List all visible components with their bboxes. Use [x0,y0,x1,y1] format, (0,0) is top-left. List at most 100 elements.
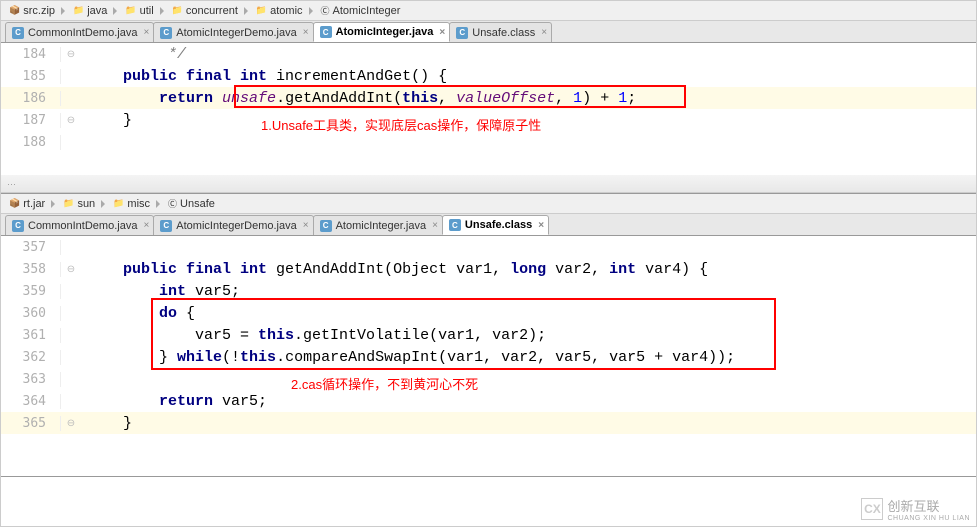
line-number: 357 [1,240,61,255]
code-line[interactable]: 358⊖ public final int getAndAddInt(Objec… [1,258,976,280]
line-number: 360 [1,306,61,321]
tab-atomicinteger[interactable]: CAtomicInteger.java× [313,22,451,42]
folder-icon: 📁 [63,198,74,209]
code: public final int incrementAndGet() { [81,68,976,85]
bc-item[interactable]: 📁atomic [252,2,309,20]
fold-handle[interactable]: ⊖ [61,264,81,275]
tab-row-bottom: CCommonIntDemo.java× CAtomicIntegerDemo.… [1,214,976,236]
code: int var5; [81,283,976,300]
code-line[interactable]: 362 } while(!this.compareAndSwapInt(var1… [1,346,976,368]
tab-commonintdemo[interactable]: CCommonIntDemo.java× [5,22,154,42]
bc-item[interactable]: 📁concurrent [168,2,244,20]
bc-item[interactable]: 📦rt.jar [5,195,51,213]
chevron-right-icon [156,200,160,208]
chevron-right-icon [61,7,65,15]
breadcrumb-top: 📦src.zip 📁java 📁util 📁concurrent 📁atomic… [1,1,976,21]
chevron-right-icon [113,7,117,15]
bc-item[interactable]: 📁misc [109,195,156,213]
line-number: 359 [1,284,61,299]
watermark-line1: 创新互联 [887,496,970,515]
line-number: 188 [1,135,61,150]
java-file-icon: C [320,220,332,232]
line-number: 187 [1,113,61,128]
code-line[interactable]: 360 do { [1,302,976,324]
code: } while(!this.compareAndSwapInt(var1, va… [81,349,976,366]
close-icon[interactable]: × [432,220,438,231]
code-line[interactable]: 365⊖ } [1,412,976,434]
close-icon[interactable]: × [538,220,544,231]
java-file-icon: C [160,220,172,232]
code: var5 = this.getIntVolatile(var1, var2); [81,327,976,344]
bc-item[interactable]: 📁java [69,2,113,20]
tab-commonintdemo[interactable]: CCommonIntDemo.java× [5,215,154,235]
code: public final int getAndAddInt(Object var… [81,261,976,278]
tab-atomicintegerdemo[interactable]: CAtomicIntegerDemo.java× [153,22,313,42]
close-icon[interactable]: × [143,27,149,38]
close-icon[interactable]: × [303,27,309,38]
archive-icon: 📦 [9,198,20,209]
code-line[interactable]: 357 [1,236,976,258]
folder-icon: 📁 [73,5,84,16]
bc-item[interactable]: 📁util [121,2,159,20]
folder-icon: 📁 [113,198,124,209]
bc-item[interactable]: 📦src.zip [5,2,61,20]
toolbar-stub: ··· [1,175,976,193]
bc-item[interactable]: ⒸAtomicInteger [317,2,407,20]
line-number: 362 [1,350,61,365]
folder-icon: 📁 [125,5,136,16]
tab-unsafe[interactable]: CUnsafe.class× [449,22,552,42]
line-number: 364 [1,394,61,409]
bottom-pane: 📦rt.jar 📁sun 📁misc ⒸUnsafe CCommonIntDem… [1,194,976,477]
tab-atomicintegerdemo[interactable]: CAtomicIntegerDemo.java× [153,215,313,235]
code-line[interactable]: 363 [1,368,976,390]
tab-unsafe[interactable]: CUnsafe.class× [442,215,549,235]
code-line[interactable]: 361 var5 = this.getIntVolatile(var1, var… [1,324,976,346]
fold-handle[interactable]: ⊖ [61,418,81,429]
annotation-text: 1.Unsafe工具类，实现底层cas操作，保障原子性 [261,115,541,134]
code: } [81,415,976,432]
bc-item[interactable]: 📁sun [59,195,101,213]
line-number: 365 [1,416,61,431]
code: return var5; [81,393,976,410]
chevron-right-icon [160,7,164,15]
tab-atomicinteger[interactable]: CAtomicInteger.java× [313,215,443,235]
editor-bottom[interactable]: 357 358⊖ public final int getAndAddInt(O… [1,236,976,476]
code-line[interactable]: 186 return unsafe.getAndAddInt(this, val… [1,87,976,109]
code: */ [81,46,976,63]
chevron-right-icon [101,200,105,208]
code-line[interactable]: 364 return var5; [1,390,976,412]
code: return unsafe.getAndAddInt(this, valueOf… [81,90,976,107]
watermark: CX 创新互联 CHUANG XIN HU LIAN [861,496,970,522]
close-icon[interactable]: × [303,220,309,231]
bc-item[interactable]: ⒸUnsafe [164,195,221,213]
folder-icon: 📁 [256,5,267,16]
chevron-right-icon [244,7,248,15]
line-number: 361 [1,328,61,343]
tab-row-top: CCommonIntDemo.java× CAtomicIntegerDemo.… [1,21,976,43]
code-line[interactable]: 188 [1,131,976,153]
fold-handle[interactable]: ⊖ [61,115,81,126]
line-number: 184 [1,47,61,62]
chevron-right-icon [51,200,55,208]
fold-handle[interactable]: ⊖ [61,49,81,60]
code-line[interactable]: 185 public final int incrementAndGet() { [1,65,976,87]
class-icon: Ⓒ [168,197,177,210]
close-icon[interactable]: × [439,27,445,38]
line-number: 363 [1,372,61,387]
line-number: 186 [1,91,61,106]
close-icon[interactable]: × [541,27,547,38]
annotation-text: 2.cas循环操作，不到黄河心不死 [291,374,478,393]
java-file-icon: C [320,26,332,38]
class-file-icon: C [456,27,468,39]
java-file-icon: C [12,27,24,39]
top-pane: 📦src.zip 📁java 📁util 📁concurrent 📁atomic… [1,1,976,194]
watermark-logo: CX [861,498,883,520]
code-line[interactable]: 184 ⊖ */ [1,43,976,65]
editor-top[interactable]: 184 ⊖ */ 185 public final int incrementA… [1,43,976,175]
code-line[interactable]: 359 int var5; [1,280,976,302]
folder-icon: 📁 [172,5,183,16]
chevron-right-icon [309,7,313,15]
close-icon[interactable]: × [143,220,149,231]
java-file-icon: C [12,220,24,232]
class-icon: Ⓒ [321,4,330,17]
